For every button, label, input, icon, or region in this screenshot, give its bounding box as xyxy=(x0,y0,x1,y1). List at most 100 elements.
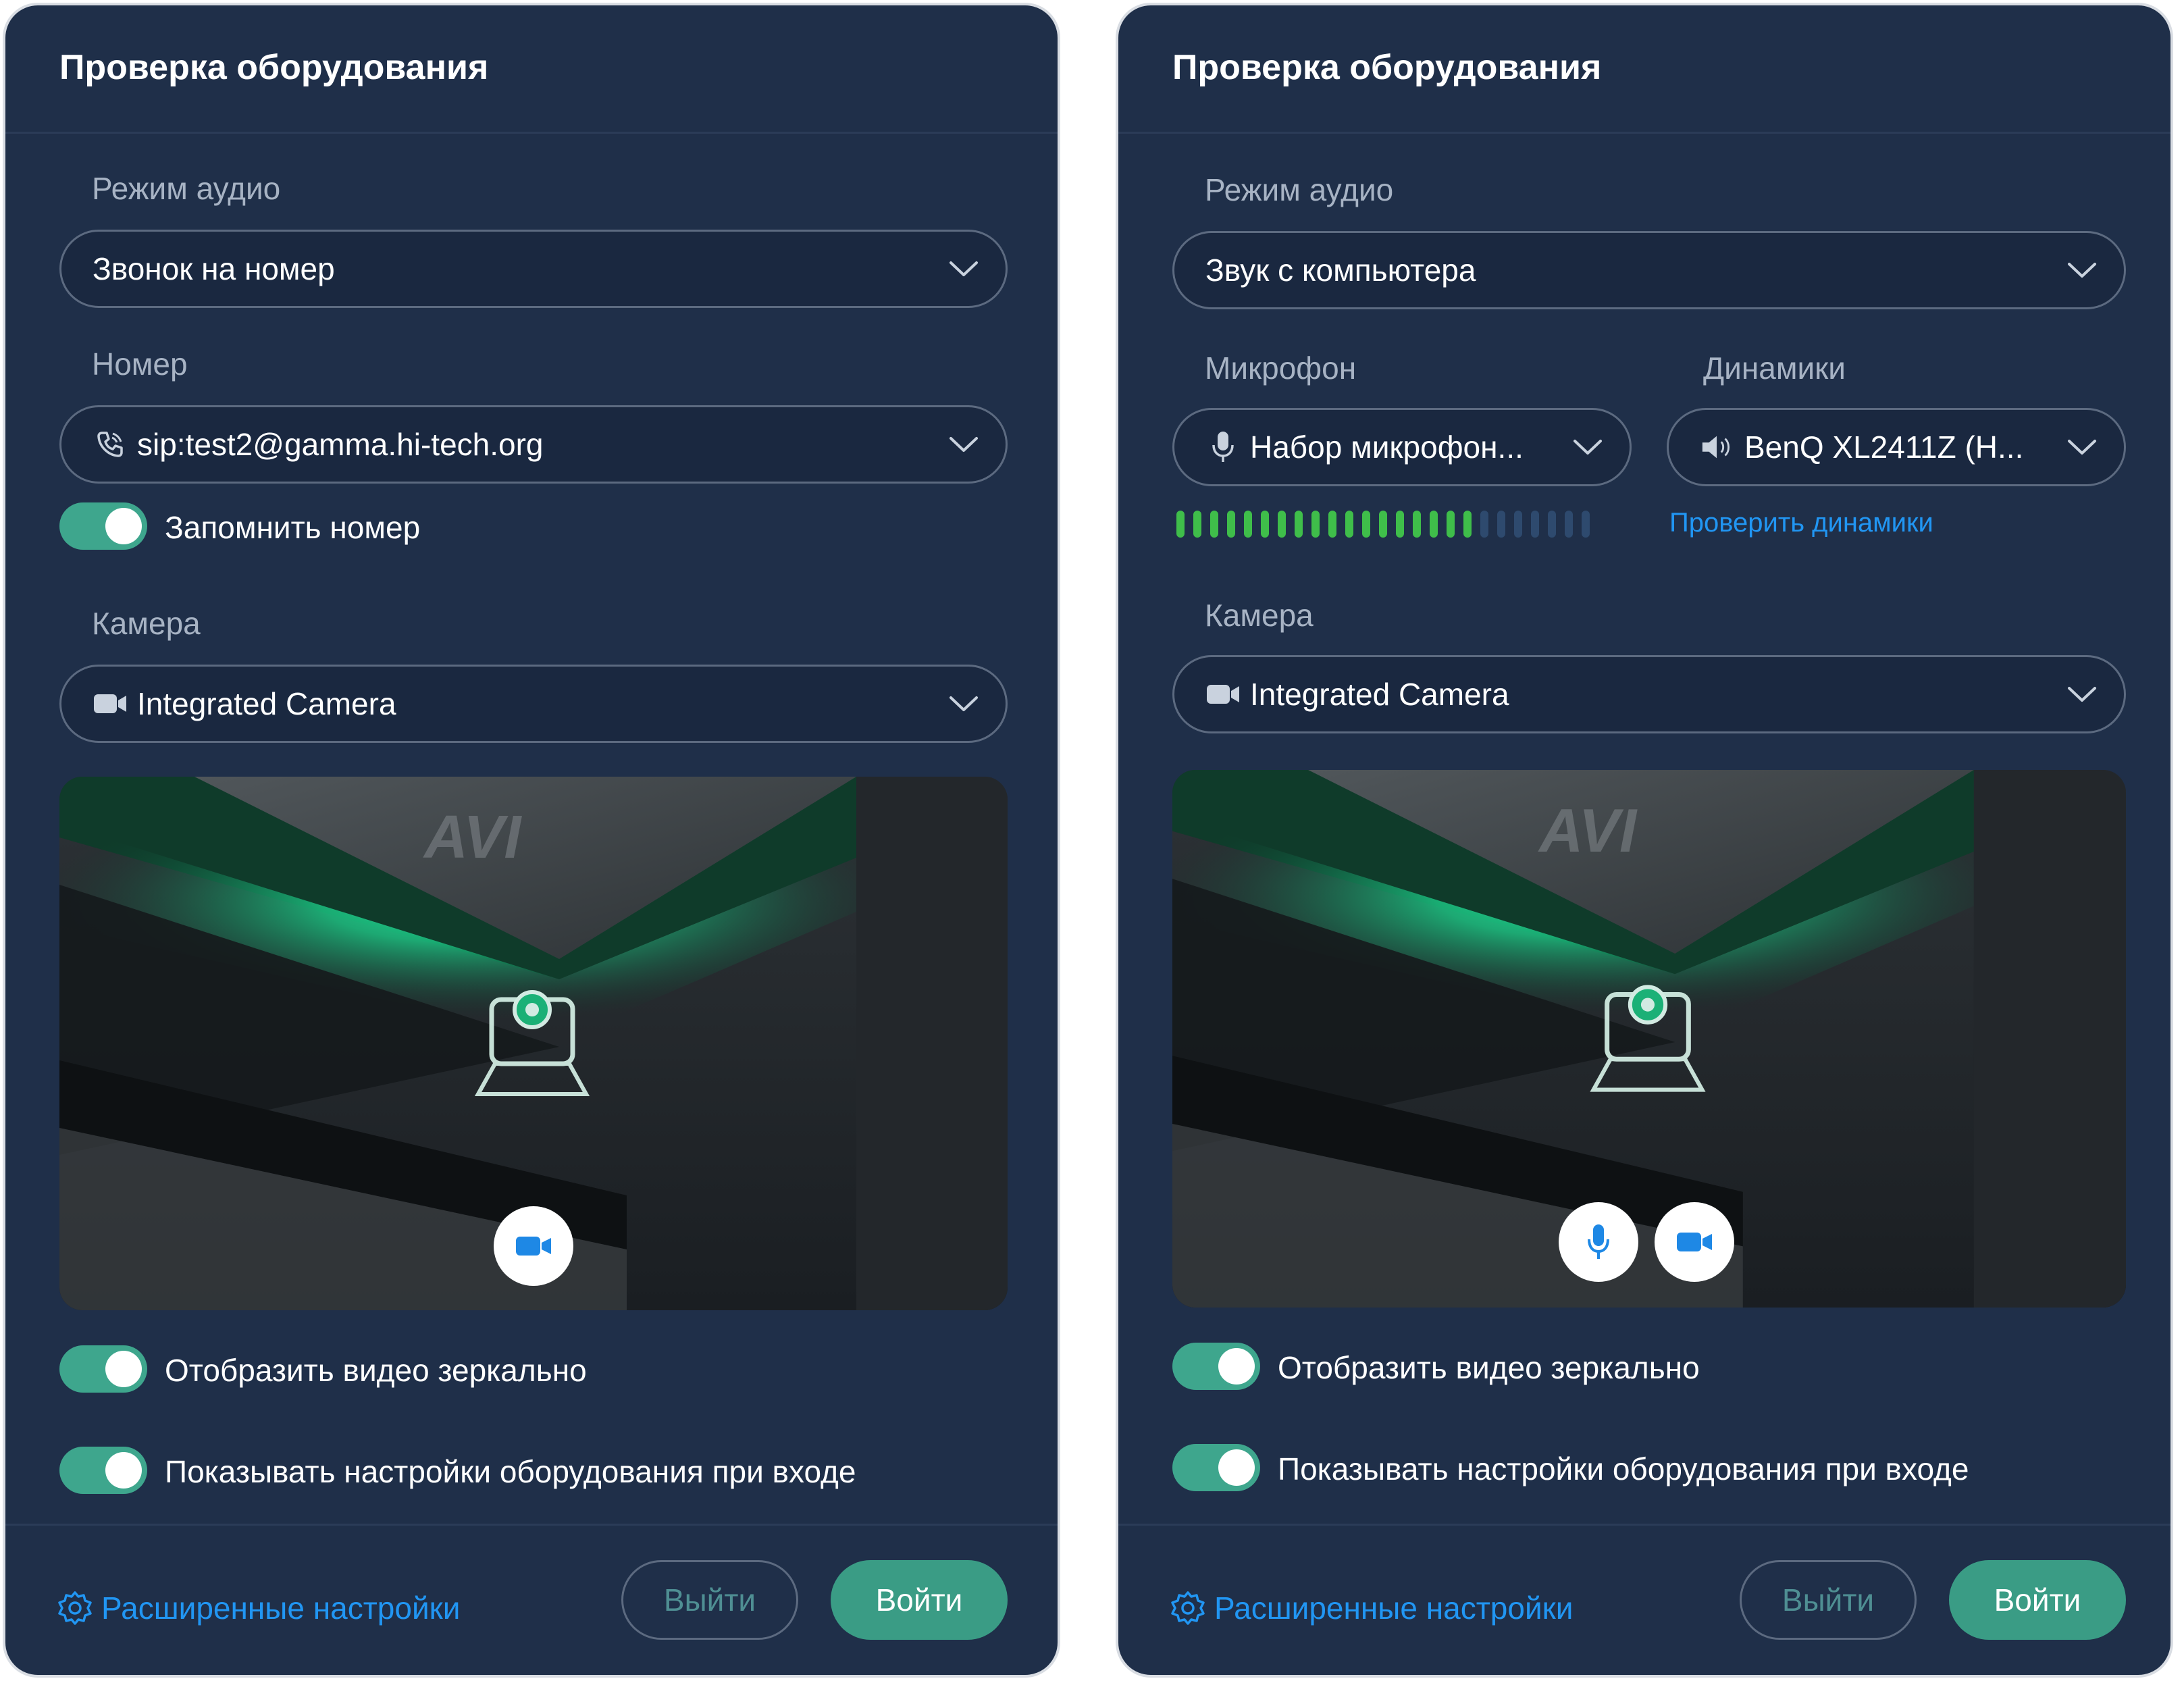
meter-bar xyxy=(1328,511,1336,538)
panel-footer: Расширенные настройки Выйти Войти xyxy=(5,1524,1058,1675)
camera-preview: AVI xyxy=(1172,770,2126,1308)
show-settings-label: Показывать настройки оборудования при вх… xyxy=(1278,1451,1969,1486)
audio-mode-label: Режим аудио xyxy=(92,171,281,206)
meter-bar xyxy=(1311,511,1320,538)
meter-bar xyxy=(1210,511,1218,538)
show-settings-toggle[interactable] xyxy=(1172,1444,1260,1491)
microphone-icon xyxy=(1588,1224,1609,1259)
audio-mode-value: Звук с компьютера xyxy=(1205,253,1476,288)
panel-header: Проверка оборудования xyxy=(5,5,1058,134)
microphone-icon xyxy=(1205,430,1241,464)
meter-bar xyxy=(1193,511,1201,538)
meter-bar xyxy=(1582,511,1590,538)
remember-number-label: Запомнить номер xyxy=(165,510,421,545)
enter-button[interactable]: Войти xyxy=(1949,1560,2126,1640)
gear-icon xyxy=(1171,1591,1205,1625)
speakers-select[interactable]: BenQ XL2411Z (H... xyxy=(1667,408,2126,486)
svg-text:AVI: AVI xyxy=(1538,797,1638,865)
number-select[interactable]: sip:test2@gamma.hi-tech.org xyxy=(59,405,1008,484)
show-settings-toggle[interactable] xyxy=(59,1447,147,1494)
camera-preview: AVI xyxy=(59,777,1008,1310)
camera-toggle-button[interactable] xyxy=(1655,1202,1734,1282)
meter-bar xyxy=(1463,511,1472,538)
chevron-down-icon xyxy=(2068,263,2096,278)
chevron-down-icon xyxy=(2068,440,2096,455)
svg-text:AVI: AVI xyxy=(423,804,522,871)
microphone-toggle-button[interactable] xyxy=(1559,1202,1638,1282)
camera-value: Integrated Camera xyxy=(137,686,396,721)
mirror-video-toggle[interactable] xyxy=(59,1345,147,1393)
number-value: sip:test2@gamma.hi-tech.org xyxy=(137,427,544,462)
enter-button[interactable]: Войти xyxy=(831,1560,1008,1640)
meter-bar xyxy=(1345,511,1353,538)
meter-bar xyxy=(1497,511,1505,538)
microphone-label: Микрофон xyxy=(1205,351,1357,386)
meter-bar xyxy=(1295,511,1303,538)
advanced-settings-link[interactable]: Расширенные настройки xyxy=(57,1590,460,1626)
meter-bar xyxy=(1379,511,1387,538)
meter-bar xyxy=(1227,511,1235,538)
camera-select[interactable]: Integrated Camera xyxy=(59,665,1008,743)
camera-value: Integrated Camera xyxy=(1250,677,1509,712)
camera-label: Камера xyxy=(1205,598,1314,633)
hardware-check-panel-right: Проверка оборудования Режим аудио Звук с… xyxy=(1116,3,2173,1678)
camera-icon xyxy=(1205,677,1241,711)
camera-icon xyxy=(1677,1233,1712,1251)
advanced-settings-label: Расширенные настройки xyxy=(1214,1591,1574,1626)
meter-bar xyxy=(1480,511,1488,538)
preview-image: AVI xyxy=(1172,770,2126,1308)
meter-bar xyxy=(1565,511,1573,538)
speaker-icon xyxy=(1700,430,1735,464)
number-label: Номер xyxy=(92,346,188,382)
advanced-settings-label: Расширенные настройки xyxy=(101,1591,461,1626)
meter-bar xyxy=(1278,511,1286,538)
mirror-video-label: Отобразить видео зеркально xyxy=(165,1353,587,1388)
meter-bar xyxy=(1362,511,1370,538)
show-settings-label: Показывать настройки оборудования при вх… xyxy=(165,1454,856,1489)
chevron-down-icon xyxy=(2068,687,2096,702)
mirror-video-toggle[interactable] xyxy=(1172,1343,1260,1390)
audio-mode-label: Режим аудио xyxy=(1205,172,1394,207)
microphone-level-meter xyxy=(1176,511,1590,538)
mirror-video-label: Отобразить видео зеркально xyxy=(1278,1350,1700,1385)
chevron-down-icon xyxy=(1574,440,1602,455)
chevron-down-icon xyxy=(950,696,978,711)
phone-icon xyxy=(93,428,128,461)
meter-bar xyxy=(1514,511,1522,538)
advanced-settings-link[interactable]: Расширенные настройки xyxy=(1170,1590,1573,1626)
hardware-check-panel-left: Проверка оборудования Режим аудио Звонок… xyxy=(3,3,1060,1678)
toggle-knob xyxy=(105,1452,142,1489)
toggle-knob xyxy=(105,508,142,544)
camera-toggle-button[interactable] xyxy=(494,1206,573,1286)
toggle-knob xyxy=(1218,1348,1255,1385)
meter-bar xyxy=(1244,511,1252,538)
meter-bar xyxy=(1548,511,1556,538)
toggle-knob xyxy=(105,1351,142,1387)
panel-title: Проверка оборудования xyxy=(1172,48,1602,87)
camera-icon xyxy=(516,1237,551,1256)
gear-icon xyxy=(58,1591,92,1625)
meter-bar xyxy=(1176,511,1185,538)
meter-bar xyxy=(1447,511,1455,538)
audio-mode-select[interactable]: Звонок на номер xyxy=(59,230,1008,308)
audio-mode-value: Звонок на номер xyxy=(93,251,335,286)
chevron-down-icon xyxy=(950,437,978,452)
exit-button[interactable]: Выйти xyxy=(1740,1560,1917,1640)
meter-bar xyxy=(1430,511,1438,538)
microphone-select[interactable]: Набор микрофон... xyxy=(1172,408,1632,486)
remember-number-toggle[interactable] xyxy=(59,502,147,550)
exit-button[interactable]: Выйти xyxy=(621,1560,798,1640)
panel-footer: Расширенные настройки Выйти Войти xyxy=(1118,1524,2170,1675)
meter-bar xyxy=(1531,511,1539,538)
camera-icon xyxy=(93,687,128,721)
meter-bar xyxy=(1413,511,1421,538)
camera-select[interactable]: Integrated Camera xyxy=(1172,655,2126,733)
meter-bar xyxy=(1261,511,1269,538)
panel-header: Проверка оборудования xyxy=(1118,5,2170,134)
panel-title: Проверка оборудования xyxy=(59,48,489,87)
speakers-label: Динамики xyxy=(1703,351,1846,386)
camera-label: Камера xyxy=(92,606,201,641)
check-speakers-link[interactable]: Проверить динамики xyxy=(1669,508,1933,538)
audio-mode-select[interactable]: Звук с компьютера xyxy=(1172,231,2126,309)
meter-bar xyxy=(1396,511,1404,538)
